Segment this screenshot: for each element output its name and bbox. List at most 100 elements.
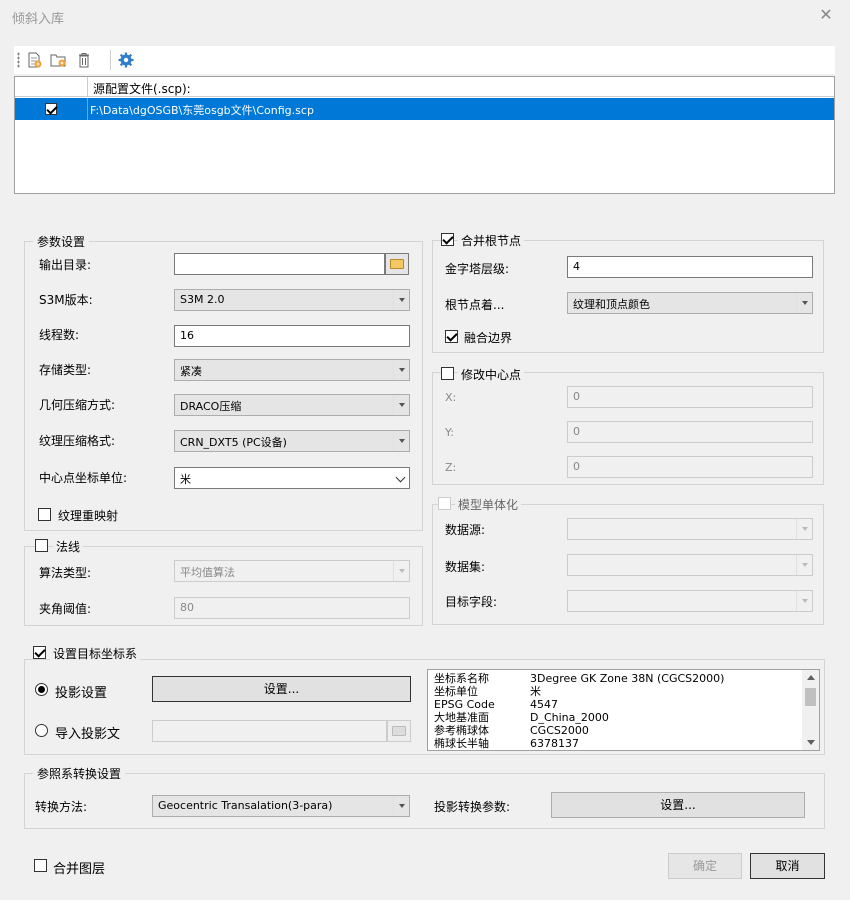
scroll-down-icon[interactable]: [807, 740, 815, 745]
close-icon[interactable]: ✕: [816, 5, 836, 25]
projection-setting-label: 投影设置: [55, 686, 108, 701]
pyramid-level-input[interactable]: 4: [567, 256, 813, 278]
chevron-down-icon: [393, 431, 409, 451]
storage-type-select[interactable]: 紧凑: [174, 359, 410, 381]
target-crs-checkbox[interactable]: [33, 646, 46, 659]
texture-compression-value: CRN_DXT5 (PC设备): [180, 436, 287, 449]
scroll-up-icon[interactable]: [807, 675, 815, 680]
texture-compression-select[interactable]: CRN_DXT5 (PC设备): [174, 430, 410, 452]
z-input[interactable]: 0: [567, 456, 813, 478]
config-path: F:\Data\dgOSGB\东莞osgb文件\Config.scp: [90, 104, 314, 117]
folder-icon: [390, 259, 404, 269]
monomer-legend: 模型单体化: [455, 496, 522, 513]
toolbar-grip: [17, 52, 20, 68]
settings-gear-icon[interactable]: [118, 52, 134, 68]
chevron-down-icon: [393, 360, 409, 380]
z-label: Z:: [445, 461, 457, 474]
chevron-down-icon: [393, 796, 409, 816]
import-projection-input[interactable]: [152, 720, 387, 742]
browse-projection-button[interactable]: [387, 720, 411, 742]
center-unit-value: 米: [180, 473, 191, 486]
geometry-compression-select[interactable]: DRACO压缩: [174, 394, 410, 416]
angle-threshold-label: 夹角阈值:: [39, 602, 92, 616]
browse-output-button[interactable]: [385, 253, 409, 275]
texture-remap-checkbox[interactable]: [38, 508, 51, 521]
output-dir-input[interactable]: [174, 253, 385, 275]
chevron-down-icon: [796, 293, 812, 313]
target-field-select[interactable]: [567, 590, 813, 612]
threads-input[interactable]: 16: [174, 325, 410, 347]
datasource-select[interactable]: [567, 518, 813, 540]
transform-params-button[interactable]: 设置...: [551, 792, 805, 818]
crs-info-key: 椭球长半轴: [434, 737, 489, 750]
crs-info-value: D_China_2000: [530, 711, 609, 724]
center-point-checkbox[interactable]: [441, 367, 454, 380]
monomer-checkbox[interactable]: [438, 497, 451, 510]
row-checkbox[interactable]: [45, 103, 57, 115]
datasource-label: 数据源:: [445, 523, 486, 537]
crs-info-value: CGCS2000: [530, 724, 589, 737]
merge-root-checkbox[interactable]: [441, 233, 454, 246]
transform-method-select[interactable]: Geocentric Transalation(3-para): [152, 795, 410, 817]
list-item[interactable]: F:\Data\dgOSGB\东莞osgb文件\Config.scp: [15, 98, 834, 120]
geometry-compression-label: 几何压缩方式:: [39, 398, 116, 412]
storage-type-label: 存储类型:: [39, 363, 92, 377]
chevron-down-icon: [393, 468, 409, 488]
crs-info-value: 6378137: [530, 737, 579, 750]
chevron-down-icon: [393, 395, 409, 415]
dataset-label: 数据集:: [445, 560, 486, 574]
chevron-down-icon: [796, 555, 812, 575]
center-unit-label: 中心点坐标单位:: [39, 471, 128, 485]
new-file-icon[interactable]: [26, 52, 42, 68]
merge-layers-checkbox[interactable]: [34, 859, 47, 872]
chevron-down-icon: [796, 591, 812, 611]
crs-info-key: 大地基准面: [434, 711, 489, 724]
angle-threshold-input[interactable]: 80: [174, 597, 410, 619]
merge-layers-label: 合并图层: [53, 862, 106, 877]
scroll-thumb[interactable]: [805, 688, 816, 706]
output-dir-label: 输出目录:: [39, 258, 92, 272]
ok-button[interactable]: 确定: [668, 853, 742, 879]
crs-info-box[interactable]: 坐标系名称 3Degree GK Zone 38N (CGCS2000) 坐标单位…: [427, 669, 820, 751]
center-unit-select[interactable]: 米: [174, 467, 410, 489]
import-projection-label: 导入投影文: [55, 727, 121, 742]
threads-label: 线程数:: [39, 328, 80, 342]
crs-info-key: 坐标系名称: [434, 672, 489, 685]
dataset-select[interactable]: [567, 554, 813, 576]
crs-info-scrollbar[interactable]: [802, 670, 819, 750]
import-projection-radio[interactable]: [35, 724, 48, 737]
delete-icon[interactable]: [76, 52, 92, 68]
source-config-list[interactable]: 源配置文件(.scp): F:\Data\dgOSGB\东莞osgb文件\Con…: [14, 76, 835, 194]
target-crs-legend: 设置目标坐标系: [50, 645, 141, 662]
merge-root-legend: 合并根节点: [458, 232, 525, 249]
x-input[interactable]: 0: [567, 386, 813, 408]
merge-border-checkbox[interactable]: [445, 330, 458, 343]
normals-checkbox[interactable]: [35, 539, 48, 552]
folder-icon: [392, 726, 406, 736]
projection-setting-button[interactable]: 设置...: [152, 676, 411, 702]
crs-info-key: EPSG Code: [434, 698, 495, 711]
y-input[interactable]: 0: [567, 421, 813, 443]
transform-method-value: Geocentric Transalation(3-para): [158, 799, 333, 812]
texture-remap-label: 纹理重映射: [58, 509, 119, 523]
chevron-down-icon: [393, 290, 409, 310]
algorithm-label: 算法类型:: [39, 566, 92, 580]
cancel-button[interactable]: 取消: [750, 853, 825, 879]
projection-setting-radio[interactable]: [35, 683, 48, 696]
root-shading-select[interactable]: 纹理和顶点颜色: [567, 292, 813, 314]
s3m-version-label: S3M版本:: [39, 293, 93, 307]
algorithm-value: 平均值算法: [180, 566, 235, 579]
chevron-down-icon: [796, 519, 812, 539]
normals-legend: 法线: [53, 538, 84, 555]
algorithm-select[interactable]: 平均值算法: [174, 560, 410, 582]
toolbar-separator: [110, 50, 111, 70]
texture-compression-label: 纹理压缩格式:: [39, 434, 116, 448]
new-folder-icon[interactable]: [50, 52, 66, 68]
root-shading-value: 纹理和顶点颜色: [573, 298, 650, 311]
crs-info-key: 参考椭球体: [434, 724, 489, 737]
s3m-version-select[interactable]: S3M 2.0: [174, 289, 410, 311]
x-label: X:: [445, 391, 457, 404]
geometry-compression-value: DRACO压缩: [180, 400, 242, 413]
chevron-down-icon: [393, 561, 409, 581]
pyramid-level-label: 金字塔层级:: [445, 262, 510, 276]
